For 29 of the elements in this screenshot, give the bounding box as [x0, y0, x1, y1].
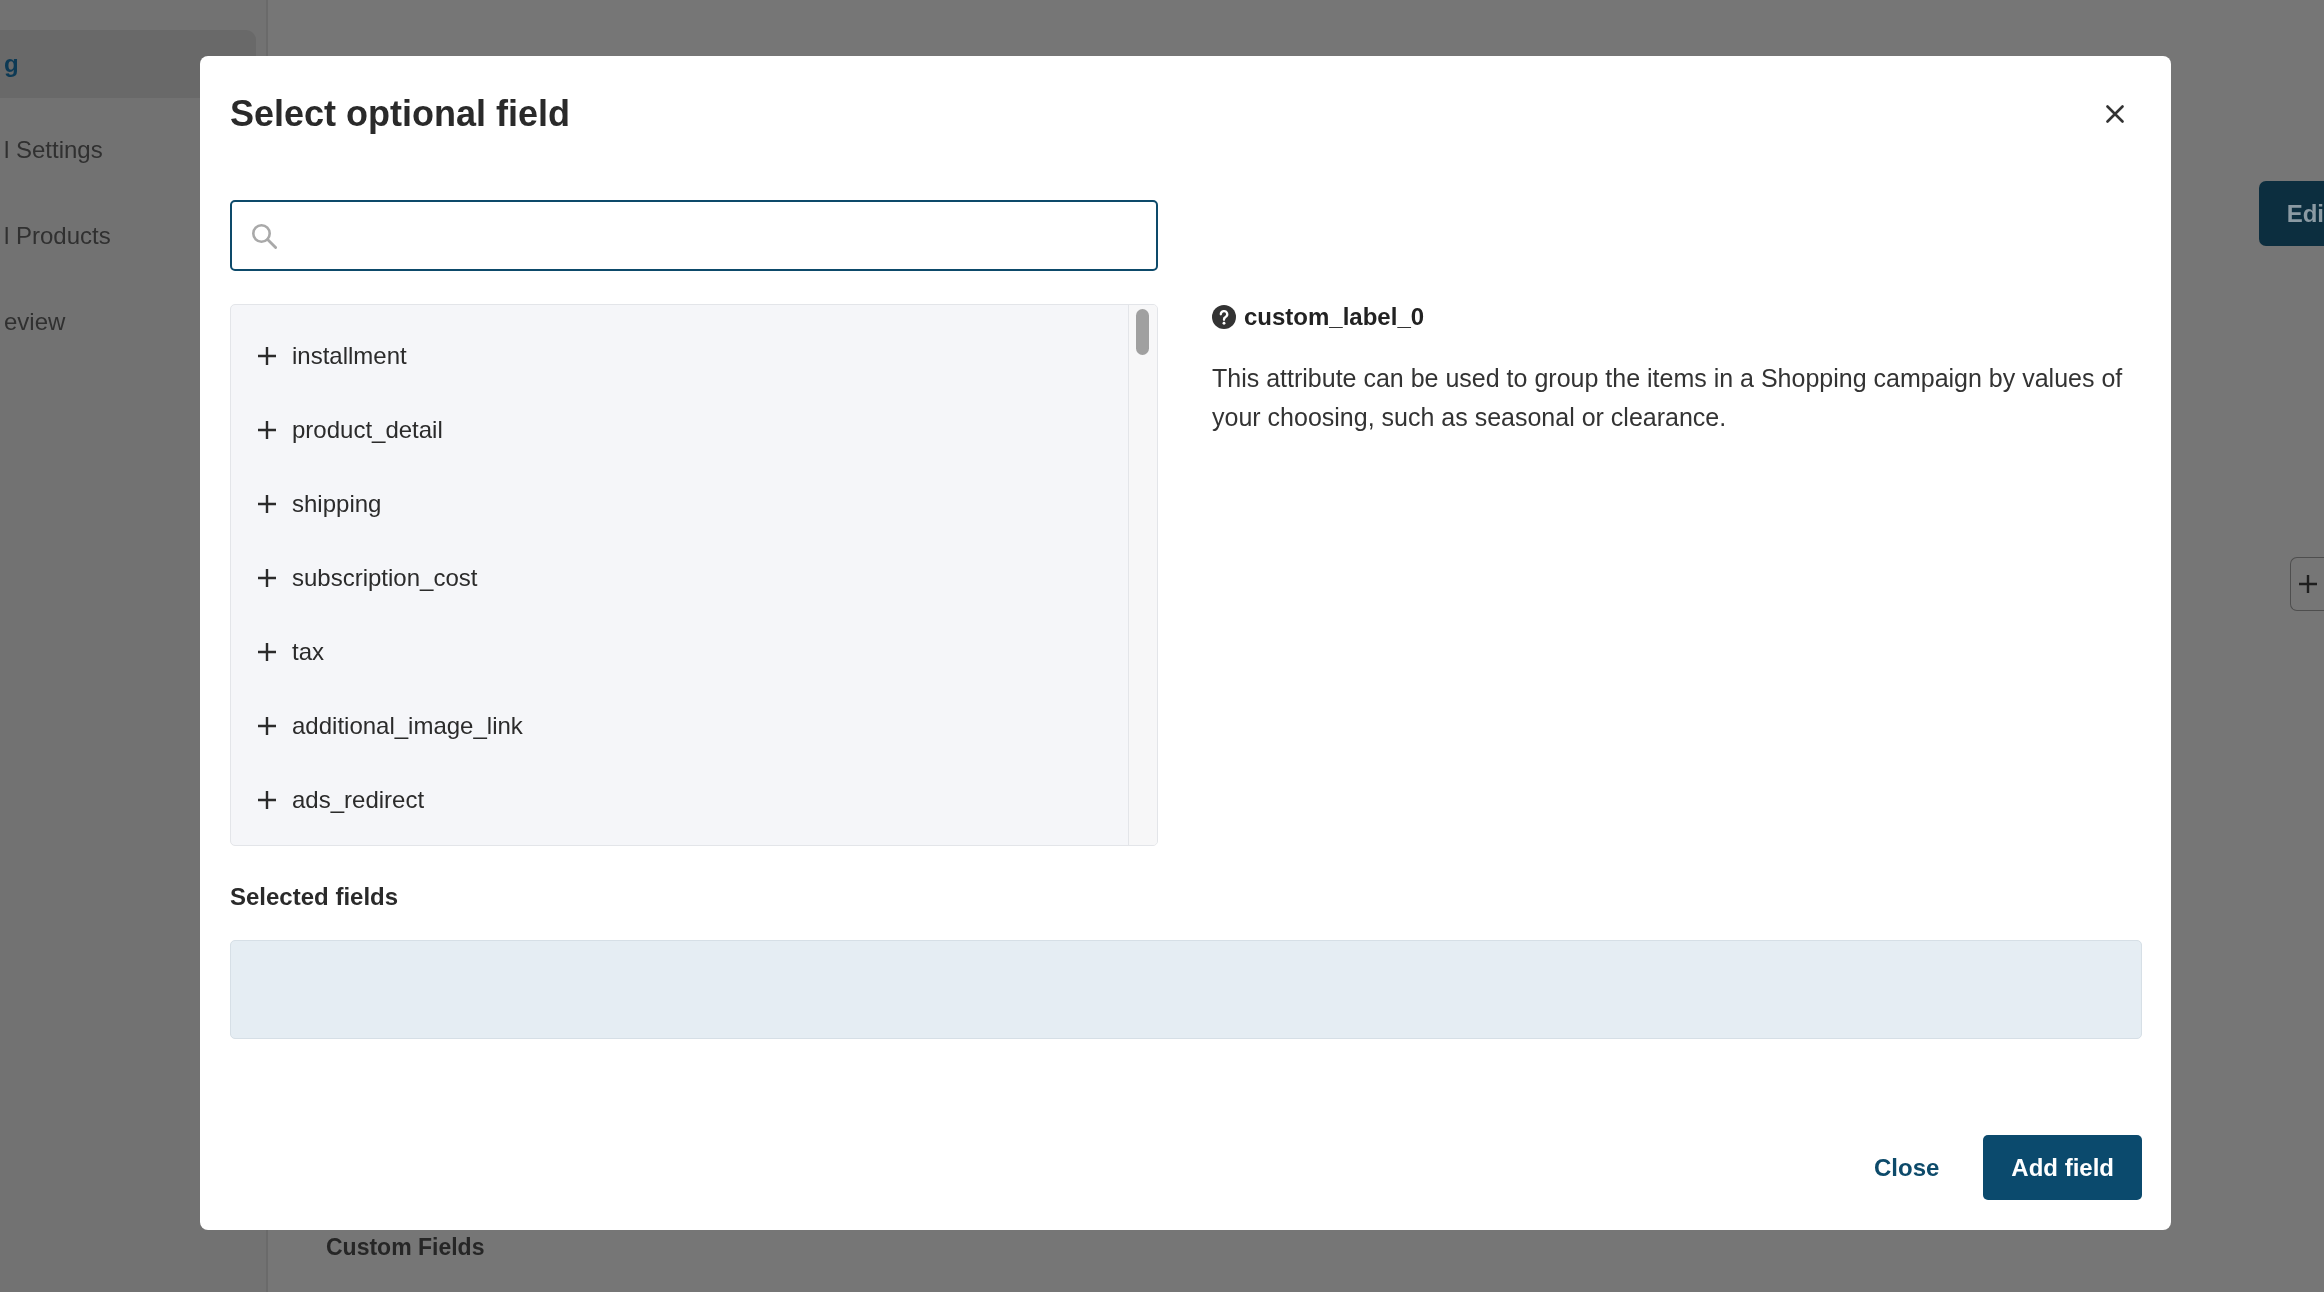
- field-option[interactable]: subscription_cost: [231, 541, 1128, 615]
- scrollbar[interactable]: [1128, 305, 1157, 845]
- field-option[interactable]: tax: [231, 615, 1128, 689]
- edit-button[interactable]: Edi: [2258, 181, 2324, 246]
- help-icon: [1212, 304, 1236, 329]
- scroll-thumb[interactable]: [1136, 309, 1149, 355]
- close-button[interactable]: [2106, 104, 2124, 123]
- search-icon: [251, 222, 277, 249]
- plus-icon: [258, 347, 276, 365]
- plus-icon: [258, 569, 276, 587]
- field-option[interactable]: shipping: [231, 467, 1128, 541]
- field-option[interactable]: ads_redirect: [231, 763, 1128, 837]
- field-title: custom_label_0: [1244, 302, 1425, 331]
- plus-icon: [258, 421, 276, 439]
- field-description: This attribute can be used to group the items in a Shopping campaign by values of your choosing, such as seasonal or clearance.: [1212, 363, 2124, 433]
- plus-icon: [258, 717, 276, 735]
- plus-icon: [2298, 575, 2317, 593]
- plus-icon: [258, 495, 276, 513]
- close-link[interactable]: Close: [1874, 1149, 1940, 1186]
- plus-icon: [258, 791, 276, 809]
- field-option[interactable]: product_detail: [231, 393, 1128, 467]
- add-button[interactable]: [2290, 557, 2324, 611]
- section-heading: Custom Fields: [326, 1232, 485, 1262]
- add-field-button[interactable]: Add field: [1983, 1135, 2142, 1200]
- selected-fields-label: Selected fields: [230, 883, 399, 911]
- search-field[interactable]: [230, 200, 1158, 271]
- close-icon: [2106, 104, 2124, 123]
- plus-icon: [258, 643, 276, 661]
- field-option[interactable]: additional_image_link: [231, 689, 1128, 763]
